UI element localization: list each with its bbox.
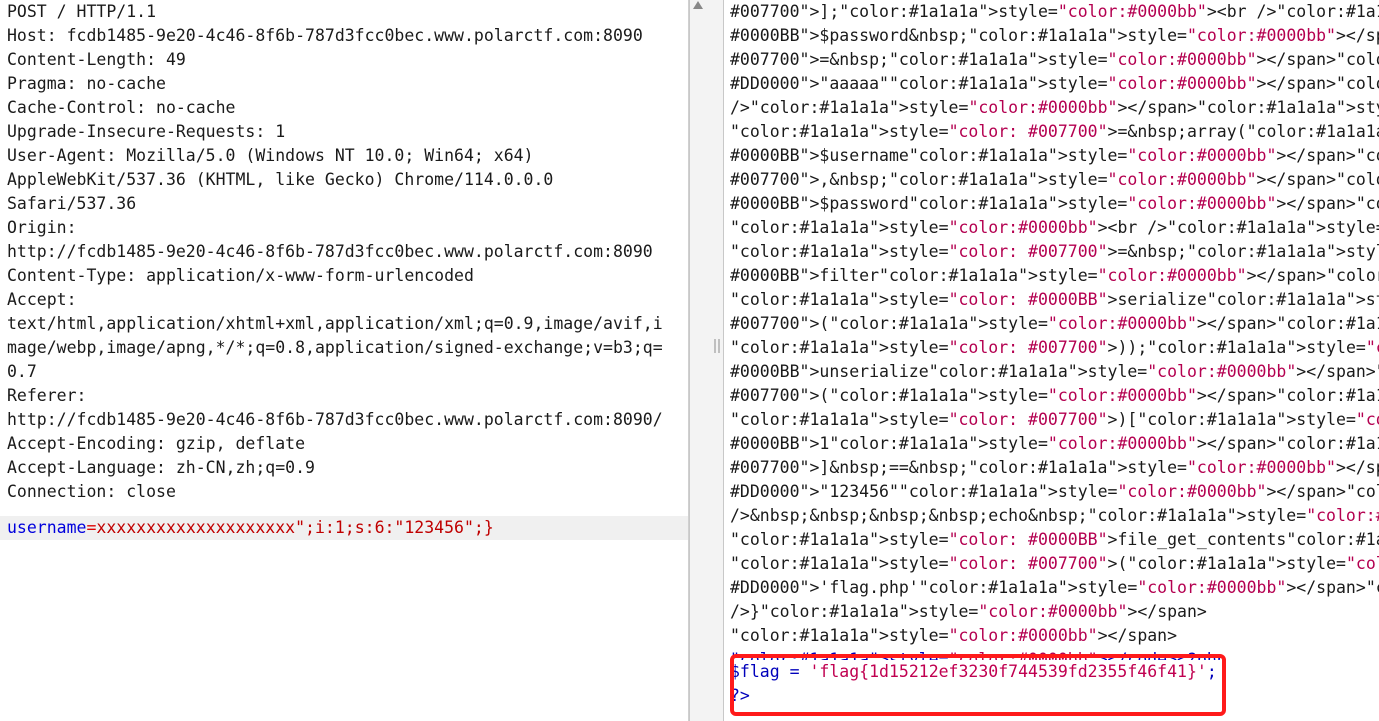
response-source-line: "color:#1a1a1a">style="color: #0000BB">s…	[730, 290, 1379, 309]
splitter-grip-icon-2[interactable]	[718, 339, 720, 353]
request-header-line: Accept:	[7, 290, 77, 309]
body-equals: =	[86, 518, 97, 537]
request-header-line: Upgrade-Insecure-Requests: 1	[7, 122, 286, 141]
request-header-line: Referer:	[7, 386, 87, 405]
response-source-line: "color:#1a1a1a">style="color: #007700">=…	[730, 242, 1379, 261]
response-source-line: "color:#1a1a1a">style="color: #0000BB">f…	[730, 530, 1379, 549]
request-header-line: User-Agent: Mozilla/5.0 (Windows NT 10.0…	[7, 146, 534, 165]
response-source-line: "color:#1a1a1a">style="color:#0000bb"><b…	[730, 218, 1379, 237]
request-header-line: AppleWebKit/537.36 (KHTML, like Gecko) C…	[7, 170, 554, 189]
response-source-line: #0000BB">filter"color:#1a1a1a">style="co…	[730, 266, 1379, 285]
request-headers: POST / HTTP/1.1 Host: fcdb1485-9e20-4c46-…	[0, 0, 688, 504]
response-source-line: #007700">("color:#1a1a1a">style="color:#…	[730, 386, 1379, 405]
response-source-line: #007700">,&nbsp;"color:#1a1a1a">style="c…	[730, 170, 1379, 189]
response-source-line: #DD0000">"123456""color:#1a1a1a">style="…	[730, 482, 1379, 501]
request-header-line: http://fcdb1485-9e20-4c46-8f6b-787d3fcc0…	[7, 410, 663, 429]
response-source-line: #0000BB">unserialize"color:#1a1a1a">styl…	[730, 362, 1379, 381]
pane-splitter[interactable]	[689, 0, 724, 721]
response-source-line: #007700">];"color:#1a1a1a">style="color:…	[730, 2, 1379, 21]
body-param-name: username	[7, 518, 87, 537]
response-source-line: "color:#1a1a1a">style="color:#0000bb"></…	[730, 626, 1178, 645]
request-header-line: Accept-Language: zh-CN,zh;q=0.9	[7, 458, 315, 477]
response-source-line: />"color:#1a1a1a">style="color:#0000bb">…	[730, 98, 1379, 117]
response-source-line: #0000BB">$password"color:#1a1a1a">style=…	[730, 194, 1379, 213]
splitter-grip-icon[interactable]	[714, 339, 716, 353]
response-source-line: "color:#1a1a1a">style="color: #007700">)…	[730, 410, 1379, 429]
response-source-line: #007700">("color:#1a1a1a">style="color:#…	[730, 314, 1379, 333]
response-source-line: "color:#1a1a1a">style="color: #007700">(…	[730, 554, 1379, 573]
response-source-line: #0000BB">1"color:#1a1a1a">style="color:#…	[730, 434, 1379, 453]
response-source-line: />&nbsp;&nbsp;&nbsp;&nbsp;echo&nbsp;"col…	[730, 506, 1379, 525]
request-header-line: text/html,application/xhtml+xml,applicat…	[7, 314, 663, 333]
response-source-line: #DD0000">'flag.php'"color:#1a1a1a">style…	[730, 578, 1379, 597]
request-body[interactable]: username=xxxxxxxxxxxxxxxxxxxx";i:1;s:6:"…	[0, 516, 688, 540]
response-source-line: "color:#1a1a1a">style="color: #007700">)…	[730, 338, 1379, 357]
response-source-line: #007700">=&nbsp;"color:#1a1a1a">style="c…	[730, 50, 1379, 69]
scroll-up-arrow-icon[interactable]	[693, 1, 703, 9]
response-source-line: #DD0000">"aaaaa""color:#1a1a1a">style="c…	[730, 74, 1379, 93]
response-viewer[interactable]: #007700">];"color:#1a1a1a">style="color:…	[723, 0, 1379, 721]
flag-highlight-box	[730, 654, 1226, 716]
body-param-value: xxxxxxxxxxxxxxxxxxxx";i:1;s:6:"123456";}	[96, 518, 494, 537]
response-source-line: #007700">]&nbsp;==&nbsp;"color:#1a1a1a">…	[730, 458, 1379, 477]
response-source-line: "color:#1a1a1a">style="color: #007700">=…	[730, 122, 1379, 141]
request-header-line: Content-Length: 49	[7, 50, 186, 69]
response-source-line: #0000BB">$password&nbsp;"color:#1a1a1a">…	[730, 26, 1379, 45]
request-header-line: POST / HTTP/1.1	[7, 2, 157, 21]
request-header-line: http://fcdb1485-9e20-4c46-8f6b-787d3fcc0…	[7, 242, 653, 261]
response-source-line: />}"color:#1a1a1a">style="color:#0000bb"…	[730, 602, 1207, 621]
request-editor[interactable]: POST / HTTP/1.1 Host: fcdb1485-9e20-4c46-…	[0, 0, 689, 721]
request-header-line: Safari/537.36	[7, 194, 137, 213]
request-header-line: Host: fcdb1485-9e20-4c46-8f6b-787d3fcc0b…	[7, 26, 643, 45]
request-header-line: mage/webp,image/apng,*/*;q=0.8,applicati…	[7, 338, 663, 357]
request-header-line: Connection: close	[7, 482, 176, 501]
request-header-line: Cache-Control: no-cache	[7, 98, 236, 117]
response-source: #007700">];"color:#1a1a1a">style="color:…	[723, 0, 1379, 660]
response-source-line: #0000BB">$username"color:#1a1a1a">style=…	[730, 146, 1379, 165]
request-header-line: Content-Type: application/x-www-form-url…	[7, 266, 474, 285]
request-header-line: 0.7	[7, 362, 37, 381]
request-header-line: Pragma: no-cache	[7, 74, 166, 93]
request-header-line: Origin:	[7, 218, 77, 237]
request-header-line: Accept-Encoding: gzip, deflate	[7, 434, 306, 453]
